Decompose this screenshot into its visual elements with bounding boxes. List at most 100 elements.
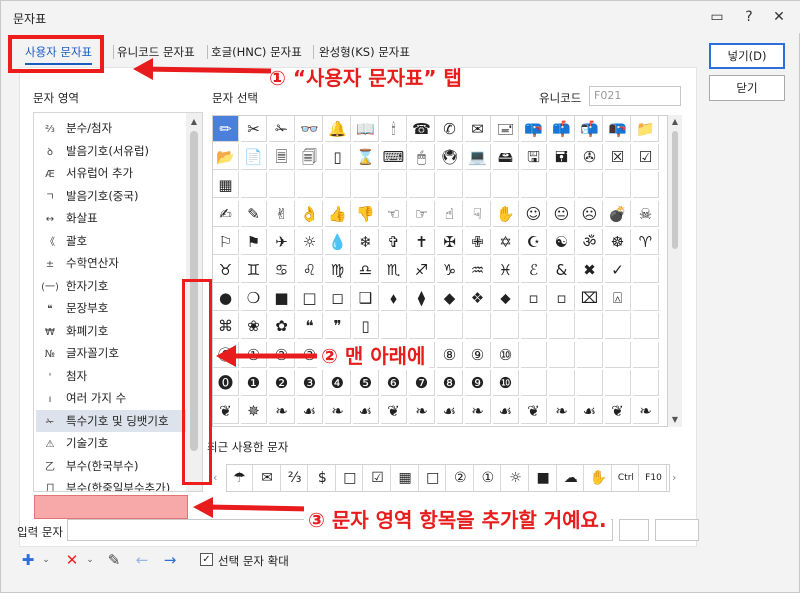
char-cell[interactable]: ❿ [493,369,519,396]
char-cell[interactable]: ❧ [465,398,491,424]
char-cell[interactable]: 💣 [605,200,631,227]
char-cell[interactable]: ✈ [269,228,295,255]
char-cell[interactable]: ❞ [325,313,351,340]
recent-char-cell[interactable]: $ [310,465,336,491]
recent-next-icon[interactable]: › [672,471,676,484]
char-cell[interactable]: 🗐 [297,144,323,171]
char-cell[interactable]: 📪 [521,116,547,142]
char-cell[interactable]: ⬧ [381,285,407,312]
char-cell[interactable]: ☒ [605,144,631,171]
char-cell[interactable]: ✏ [213,116,239,142]
category-item[interactable]: 乙 부수(한국부수) [36,455,188,477]
char-cell[interactable]: ❾ [465,369,491,396]
char-cell[interactable]: ♓ [493,257,519,283]
char-cell[interactable]: ✍ [213,200,239,227]
char-cell[interactable]: ❧ [633,398,659,424]
insert-button[interactable]: 넣기(D) [709,43,785,69]
char-cell[interactable] [577,369,603,396]
char-cell[interactable]: ☠ [633,200,659,227]
close-icon[interactable]: ✕ [767,5,791,29]
char-cell[interactable]: ℰ [521,257,547,283]
char-cell[interactable]: ♐ [409,257,435,283]
char-cell[interactable] [633,341,659,368]
char-cell[interactable]: ❦ [521,398,547,424]
category-item[interactable]: ❝ 문장부호 [36,297,188,319]
char-cell[interactable]: ⌨ [381,144,407,171]
enlarge-checkbox[interactable]: ✓ [200,553,213,566]
char-cell[interactable]: 📫 [549,116,575,142]
char-cell[interactable]: ■ [269,285,295,312]
delete-icon[interactable]: ✕ [61,549,83,571]
back-arrow-icon[interactable]: ← [131,549,153,571]
char-grid[interactable]: ✏ ✂ ✁ 👓 🔔 📖 🕯 ☎ ✆ ✉ 🖃 📪 📫 📬 📭 📁 📂 📄 🗏 🗐 ▯ ⌛ ⌨ 🖱 🖲 💻 🖴 🖫 🖬 ✇ ☒ ☑ ▦ ✍ ✎ ✌ 👌 👍 👎 ☜… [212,115,668,427]
char-cell[interactable]: ♑ [437,257,463,283]
recent-char-cell[interactable]: ☁ [558,465,585,491]
char-cell[interactable]: ☝ [437,200,463,227]
char-cell[interactable]: ॐ [577,228,603,255]
char-cell[interactable]: ☙ [437,398,463,424]
add-dropdown-icon[interactable]: ⌄ [39,549,53,571]
char-cell[interactable]: ♏ [381,257,407,283]
recent-char-cell[interactable]: ✋ [586,465,612,491]
char-cell[interactable]: 💧 [325,228,351,255]
char-cell[interactable]: ☑ [633,144,659,171]
char-cell[interactable] [633,257,659,283]
char-cell[interactable]: ✉ [465,116,491,142]
char-cell[interactable]: ❍ [241,285,267,312]
add-icon[interactable]: ✚ [17,549,39,571]
char-cell[interactable]: ☙ [577,398,603,424]
char-cell[interactable] [409,313,435,340]
char-cell[interactable]: 🗏 [269,144,295,171]
char-cell[interactable]: ✎ [241,200,267,227]
char-cell[interactable]: 📭 [605,116,631,142]
char-cell[interactable]: ⍓ [605,285,631,312]
char-cell[interactable]: ♒ [465,257,491,283]
category-item[interactable]: № 글자꼴기호 [36,342,188,364]
char-cell[interactable] [633,369,659,396]
recent-char-cell[interactable]: F10 [641,465,667,491]
char-cell[interactable]: ✓ [605,257,631,283]
char-cell[interactable]: ❽ [437,369,463,396]
char-cell[interactable]: □ [297,285,323,312]
char-cell[interactable] [605,172,631,199]
char-cell[interactable]: ⌧ [577,285,603,312]
char-cell[interactable]: ♊ [241,257,267,283]
char-cell[interactable] [381,172,407,199]
char-cell[interactable]: ☯ [549,228,575,255]
char-cell[interactable] [549,172,575,199]
char-cell[interactable]: ❀ [241,313,267,340]
category-item[interactable]: ✁ 특수기호 및 딩뱃기호 [36,409,188,432]
char-cell[interactable]: ⚐ [213,228,239,255]
recent-char-cell[interactable]: ▦ [393,465,419,491]
category-item[interactable]: 《 괄호 [36,230,188,252]
char-cell[interactable]: ✂ [241,116,267,142]
char-cell[interactable]: ⌘ [213,313,239,340]
char-cell[interactable]: ❷ [269,369,295,396]
category-item[interactable]: Æ 서유럽어 추가 [36,162,188,184]
char-cell[interactable]: ❸ [297,369,323,396]
char-cell[interactable] [549,341,575,368]
char-cell[interactable]: ⑨ [465,341,491,368]
char-cell[interactable]: ❧ [409,398,435,424]
char-cell[interactable] [437,172,463,199]
char-cell[interactable]: ❺ [353,369,379,396]
char-cell[interactable]: 🖃 [493,116,519,142]
char-cell[interactable] [577,172,603,199]
char-cell[interactable] [521,172,547,199]
char-cell[interactable]: ▫ [549,285,575,312]
char-cell[interactable]: ⚑ [241,228,267,255]
char-cell[interactable] [493,313,519,340]
char-cell[interactable]: ❦ [213,398,239,424]
char-cell[interactable] [493,172,519,199]
char-cell[interactable] [633,172,659,199]
char-cell[interactable] [269,172,295,199]
delete-dropdown-icon[interactable]: ⌄ [83,549,97,571]
char-cell[interactable]: ✖ [577,257,603,283]
char-cell[interactable]: 👍 [325,200,351,227]
char-cell[interactable]: ☎ [409,116,435,142]
char-cell[interactable]: ● [213,285,239,312]
close-button[interactable]: 닫기 [709,75,785,101]
char-cell[interactable] [409,172,435,199]
char-cell[interactable]: 🖲 [437,144,463,171]
char-cell[interactable]: ⌛ [353,144,379,171]
